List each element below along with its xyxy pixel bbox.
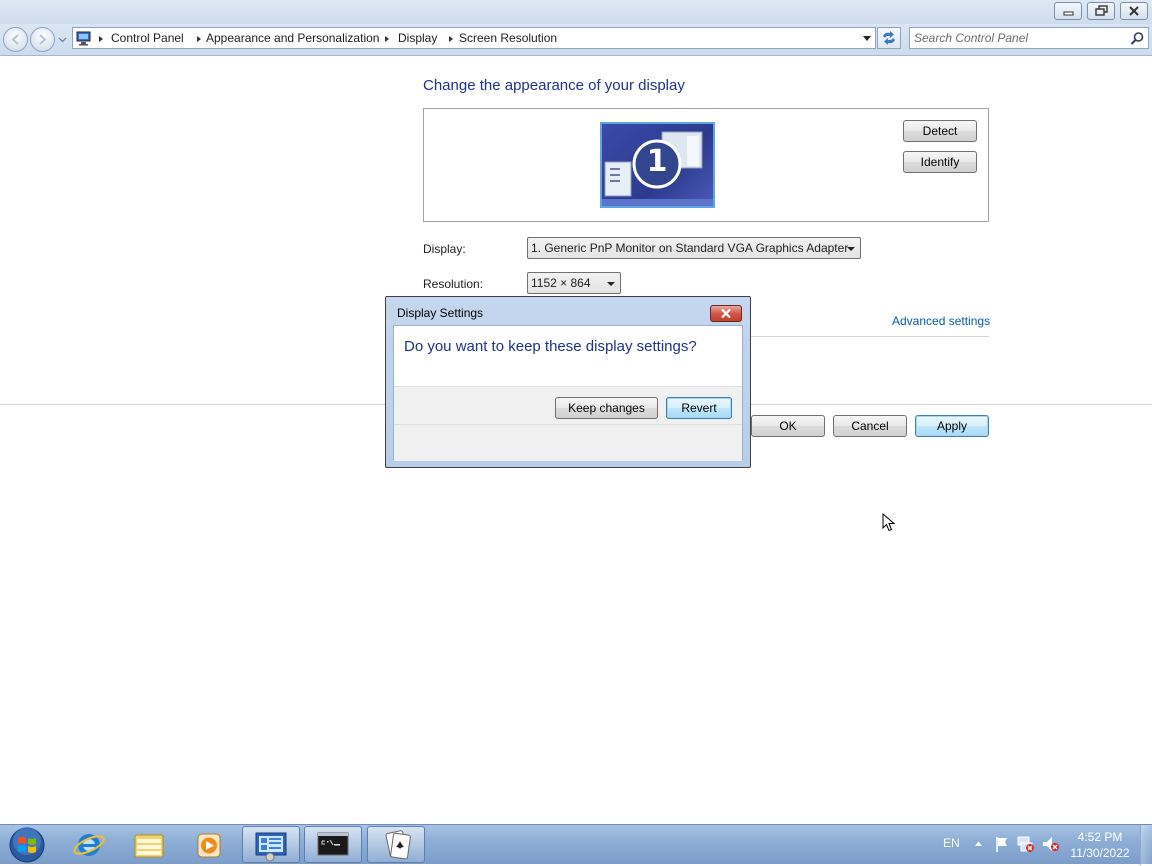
internet-explorer-icon bbox=[73, 834, 105, 856]
volume-muted-icon[interactable] bbox=[1042, 836, 1060, 853]
action-center-flag-icon[interactable] bbox=[994, 836, 1010, 853]
advanced-settings-link[interactable]: Advanced settings bbox=[892, 314, 990, 328]
refresh-button[interactable] bbox=[877, 27, 901, 49]
display-settings-dialog: Display Settings Do you want to keep the… bbox=[385, 296, 751, 468]
dialog-title: Display Settings bbox=[397, 306, 484, 320]
identify-button[interactable]: Identify bbox=[903, 151, 977, 173]
monitor-number: 1 bbox=[646, 144, 668, 179]
taskbar-internet-explorer[interactable] bbox=[60, 826, 118, 863]
breadcrumb-separator bbox=[197, 36, 201, 42]
forward-button[interactable] bbox=[30, 27, 55, 52]
dialog-footer bbox=[394, 424, 742, 461]
media-player-icon bbox=[197, 833, 221, 858]
taskbar-windows-explorer[interactable] bbox=[120, 826, 178, 863]
close-icon bbox=[1129, 6, 1139, 16]
resolution-select[interactable]: 1152 × 864 bbox=[527, 272, 621, 294]
revert-button[interactable]: Revert bbox=[666, 397, 732, 419]
breadcrumb-appearance[interactable]: Appearance and Personalization bbox=[206, 31, 379, 45]
taskbar: EN 4:52 PM 11/30/2022 bbox=[0, 824, 1152, 865]
minimize-icon bbox=[1063, 11, 1074, 16]
detect-button[interactable]: Detect bbox=[903, 120, 977, 142]
search-input[interactable] bbox=[914, 30, 1124, 46]
breadcrumb-separator bbox=[385, 36, 389, 42]
system-clock[interactable]: 4:52 PM 11/30/2022 bbox=[1068, 829, 1132, 861]
ok-button[interactable]: OK bbox=[751, 415, 825, 437]
solitaire-icon bbox=[385, 830, 411, 860]
window-titlebar bbox=[0, 0, 1152, 24]
resolution-select-value: 1152 × 864 bbox=[531, 276, 591, 290]
taskbar-command-prompt[interactable] bbox=[304, 826, 362, 863]
minimize-button[interactable] bbox=[1054, 2, 1082, 20]
apply-button[interactable]: Apply bbox=[915, 415, 989, 437]
chevron-down-icon bbox=[607, 282, 615, 286]
refresh-icon bbox=[883, 31, 895, 45]
breadcrumb-display[interactable]: Display bbox=[398, 31, 437, 45]
clock-date: 11/30/2022 bbox=[1070, 846, 1130, 860]
back-button[interactable] bbox=[3, 27, 28, 52]
control-panel-icon bbox=[255, 832, 287, 862]
restore-button[interactable] bbox=[1087, 2, 1115, 20]
address-dropdown-icon[interactable] bbox=[862, 35, 872, 42]
breadcrumb-control-panel[interactable]: Control Panel bbox=[111, 31, 184, 45]
dialog-button-row: Keep changes Revert bbox=[394, 386, 742, 425]
taskbar-media-player[interactable] bbox=[180, 826, 238, 863]
forward-arrow-icon bbox=[39, 34, 47, 45]
address-bar[interactable]: Control Panel Appearance and Personaliza… bbox=[72, 27, 876, 49]
page-title: Change the appearance of your display bbox=[423, 77, 685, 94]
close-icon bbox=[721, 308, 731, 319]
monitor-1-thumbnail[interactable]: 1 bbox=[600, 122, 715, 208]
search-icon[interactable] bbox=[1130, 31, 1145, 46]
dialog-body: Do you want to keep these display settin… bbox=[393, 325, 743, 461]
resolution-label: Resolution: bbox=[423, 277, 484, 291]
display-label: Display: bbox=[423, 242, 466, 256]
command-prompt-icon bbox=[317, 832, 349, 856]
language-indicator[interactable]: EN bbox=[943, 836, 960, 850]
display-select-value: 1. Generic PnP Monitor on Standard VGA G… bbox=[531, 241, 849, 255]
clock-time: 4:52 PM bbox=[1077, 830, 1123, 844]
breadcrumb-separator bbox=[449, 36, 453, 42]
chevron-down-icon bbox=[847, 247, 855, 251]
show-hidden-icons-icon[interactable] bbox=[974, 840, 983, 847]
cancel-button[interactable]: Cancel bbox=[833, 415, 907, 437]
start-button[interactable] bbox=[3, 827, 47, 863]
windows-explorer-icon bbox=[134, 834, 164, 858]
dialog-close-button[interactable] bbox=[710, 305, 742, 322]
keep-changes-button[interactable]: Keep changes bbox=[555, 397, 658, 419]
breadcrumb-separator bbox=[99, 36, 103, 42]
back-arrow-icon bbox=[11, 34, 19, 45]
mouse-cursor-icon bbox=[882, 513, 896, 532]
control-panel-icon bbox=[76, 31, 91, 46]
network-disconnected-icon[interactable] bbox=[1017, 835, 1035, 853]
dialog-message: Do you want to keep these display settin… bbox=[404, 338, 697, 355]
windows-logo-icon bbox=[9, 827, 45, 863]
recent-pages-chevron-icon[interactable] bbox=[58, 36, 67, 44]
search-box[interactable] bbox=[909, 27, 1149, 49]
taskbar-solitaire[interactable] bbox=[367, 826, 425, 863]
taskbar-control-panel[interactable] bbox=[242, 826, 300, 863]
display-select[interactable]: 1. Generic PnP Monitor on Standard VGA G… bbox=[527, 237, 861, 259]
navigation-bar: Control Panel Appearance and Personaliza… bbox=[0, 24, 1152, 56]
restore-icon bbox=[1095, 5, 1108, 16]
breadcrumb-screen-resolution[interactable]: Screen Resolution bbox=[459, 31, 557, 45]
close-button[interactable] bbox=[1120, 2, 1148, 20]
show-desktop-button[interactable] bbox=[1140, 825, 1152, 865]
